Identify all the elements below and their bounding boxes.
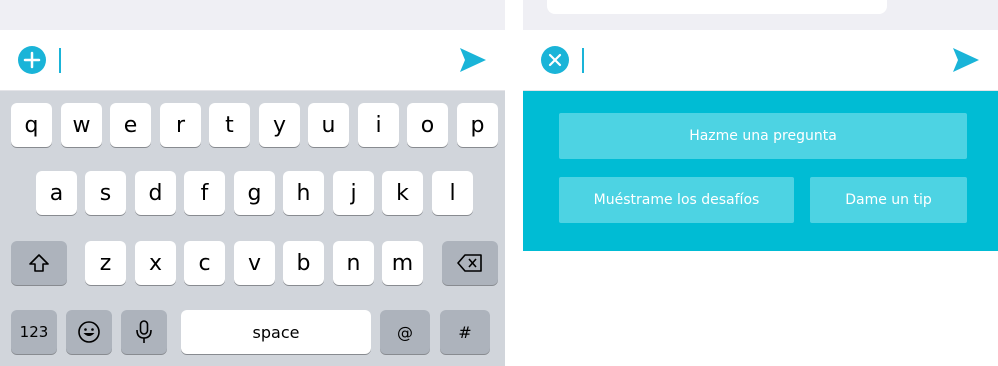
suggestion-panel: Hazme una pregunta Muéstrame los desafío… [523, 91, 998, 251]
key-w[interactable]: w [61, 103, 102, 147]
text-cursor[interactable] [582, 48, 584, 73]
message-input-bar [0, 30, 505, 91]
backspace-key[interactable] [442, 241, 498, 285]
emoji-icon [78, 321, 100, 343]
key-n[interactable]: n [333, 241, 374, 285]
shift-key[interactable] [11, 241, 67, 285]
emoji-key[interactable] [66, 310, 112, 354]
chip-give-tip[interactable]: Dame un tip [810, 177, 967, 223]
space-key[interactable]: space [181, 310, 371, 354]
key-v[interactable]: v [234, 241, 275, 285]
key-j[interactable]: j [333, 171, 374, 215]
key-p[interactable]: p [457, 103, 498, 147]
microphone-key[interactable] [121, 310, 167, 354]
key-d[interactable]: d [135, 171, 176, 215]
key-c[interactable]: c [184, 241, 225, 285]
send-arrow-icon[interactable] [459, 47, 487, 73]
text-cursor[interactable] [59, 48, 61, 73]
microphone-icon [136, 320, 152, 343]
key-l[interactable]: l [432, 171, 473, 215]
hash-key[interactable]: # [440, 310, 490, 354]
right-panel: Hazme una pregunta Muéstrame los desafío… [523, 0, 998, 366]
left-panel: q w e r t y u i o p a s d f g h j k l z … [0, 0, 505, 366]
key-x[interactable]: x [135, 241, 176, 285]
plus-circle-icon[interactable] [18, 46, 46, 74]
key-g[interactable]: g [234, 171, 275, 215]
key-m[interactable]: m [382, 241, 423, 285]
shift-arrow-icon [29, 254, 49, 272]
chip-ask-question[interactable]: Hazme una pregunta [559, 113, 967, 159]
key-h[interactable]: h [283, 171, 324, 215]
numbers-key[interactable]: 123 [11, 310, 57, 354]
key-f[interactable]: f [184, 171, 225, 215]
key-k[interactable]: k [382, 171, 423, 215]
close-circle-icon[interactable] [541, 46, 569, 74]
at-key[interactable]: @ [380, 310, 430, 354]
key-o[interactable]: o [407, 103, 448, 147]
send-arrow-icon[interactable] [952, 47, 980, 73]
key-b[interactable]: b [283, 241, 324, 285]
message-card-edge [547, 0, 887, 14]
chat-area-strip [0, 0, 505, 30]
message-input-bar [523, 30, 998, 91]
key-s[interactable]: s [85, 171, 126, 215]
key-e[interactable]: e [110, 103, 151, 147]
key-r[interactable]: r [160, 103, 201, 147]
key-t[interactable]: t [209, 103, 250, 147]
chat-area-strip [523, 0, 998, 30]
key-u[interactable]: u [308, 103, 349, 147]
onscreen-keyboard: q w e r t y u i o p a s d f g h j k l z … [0, 91, 505, 366]
chip-show-challenges[interactable]: Muéstrame los desafíos [559, 177, 794, 223]
key-y[interactable]: y [259, 103, 300, 147]
key-a[interactable]: a [36, 171, 77, 215]
key-i[interactable]: i [358, 103, 399, 147]
backspace-icon [457, 254, 482, 272]
key-z[interactable]: z [85, 241, 126, 285]
key-q[interactable]: q [11, 103, 52, 147]
